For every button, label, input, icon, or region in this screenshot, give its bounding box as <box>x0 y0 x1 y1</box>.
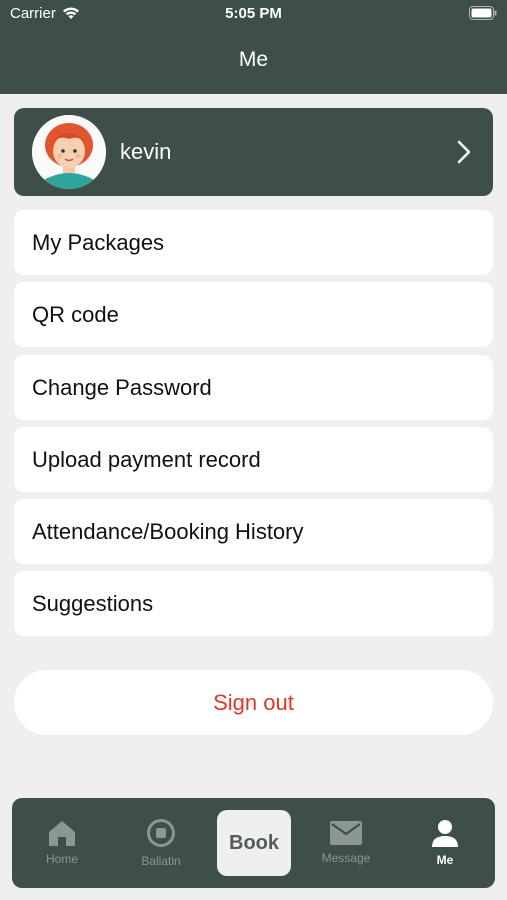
tab-message[interactable]: Message <box>298 798 394 888</box>
home-icon <box>49 821 75 846</box>
tab-ballatin[interactable]: Ballatin <box>113 798 209 888</box>
mail-icon <box>330 821 362 845</box>
battery-icon <box>469 6 497 24</box>
menu-item-suggestions[interactable]: Suggestions <box>14 571 493 636</box>
menu-item-label: Upload payment record <box>32 446 261 472</box>
tab-book-button[interactable]: Book <box>217 810 291 876</box>
tab-home[interactable]: Home <box>14 798 110 888</box>
tab-book-label: Book <box>229 831 279 854</box>
tab-message-label: Message <box>321 851 371 865</box>
avatar <box>32 115 106 189</box>
chevron-right-icon <box>457 140 471 164</box>
menu-item-label: Suggestions <box>32 590 154 616</box>
menu-item-qr-code[interactable]: QR code <box>14 282 493 347</box>
menu-item-label: Change Password <box>32 374 212 400</box>
menu-item-label: My Packages <box>32 229 165 255</box>
menu-item-upload-payment-record[interactable]: Upload payment record <box>14 427 493 492</box>
menu-item-label: QR code <box>32 301 119 327</box>
avatar-illustration-icon <box>32 115 106 189</box>
record-icon <box>147 819 175 847</box>
menu-item-change-password[interactable]: Change Password <box>14 355 493 420</box>
tab-me-label: Me <box>436 853 454 867</box>
profile-name: kevin <box>120 139 172 164</box>
status-time: 5:05 PM <box>225 5 282 22</box>
tab-home-label: Home <box>45 852 78 866</box>
sign-out-button[interactable]: Sign out <box>14 670 493 735</box>
menu-item-my-packages[interactable]: My Packages <box>14 210 493 275</box>
person-icon <box>432 820 458 847</box>
status-bar: Carrier 5:05 PM <box>0 0 507 30</box>
tab-bar: Home Ballatin Book Message Me <box>12 798 495 888</box>
tab-me[interactable]: Me <box>397 798 493 888</box>
menu-item-attendance-booking-history[interactable]: Attendance/Booking History <box>14 499 493 564</box>
menu-item-label: Attendance/Booking History <box>32 518 304 544</box>
tab-ballatin-label: Ballatin <box>141 854 181 868</box>
sign-out-label: Sign out <box>213 689 294 715</box>
top-bar: Carrier 5:05 PM Me <box>0 0 507 94</box>
page-title: Me <box>238 48 269 71</box>
profile-card[interactable]: kevin <box>14 108 493 196</box>
